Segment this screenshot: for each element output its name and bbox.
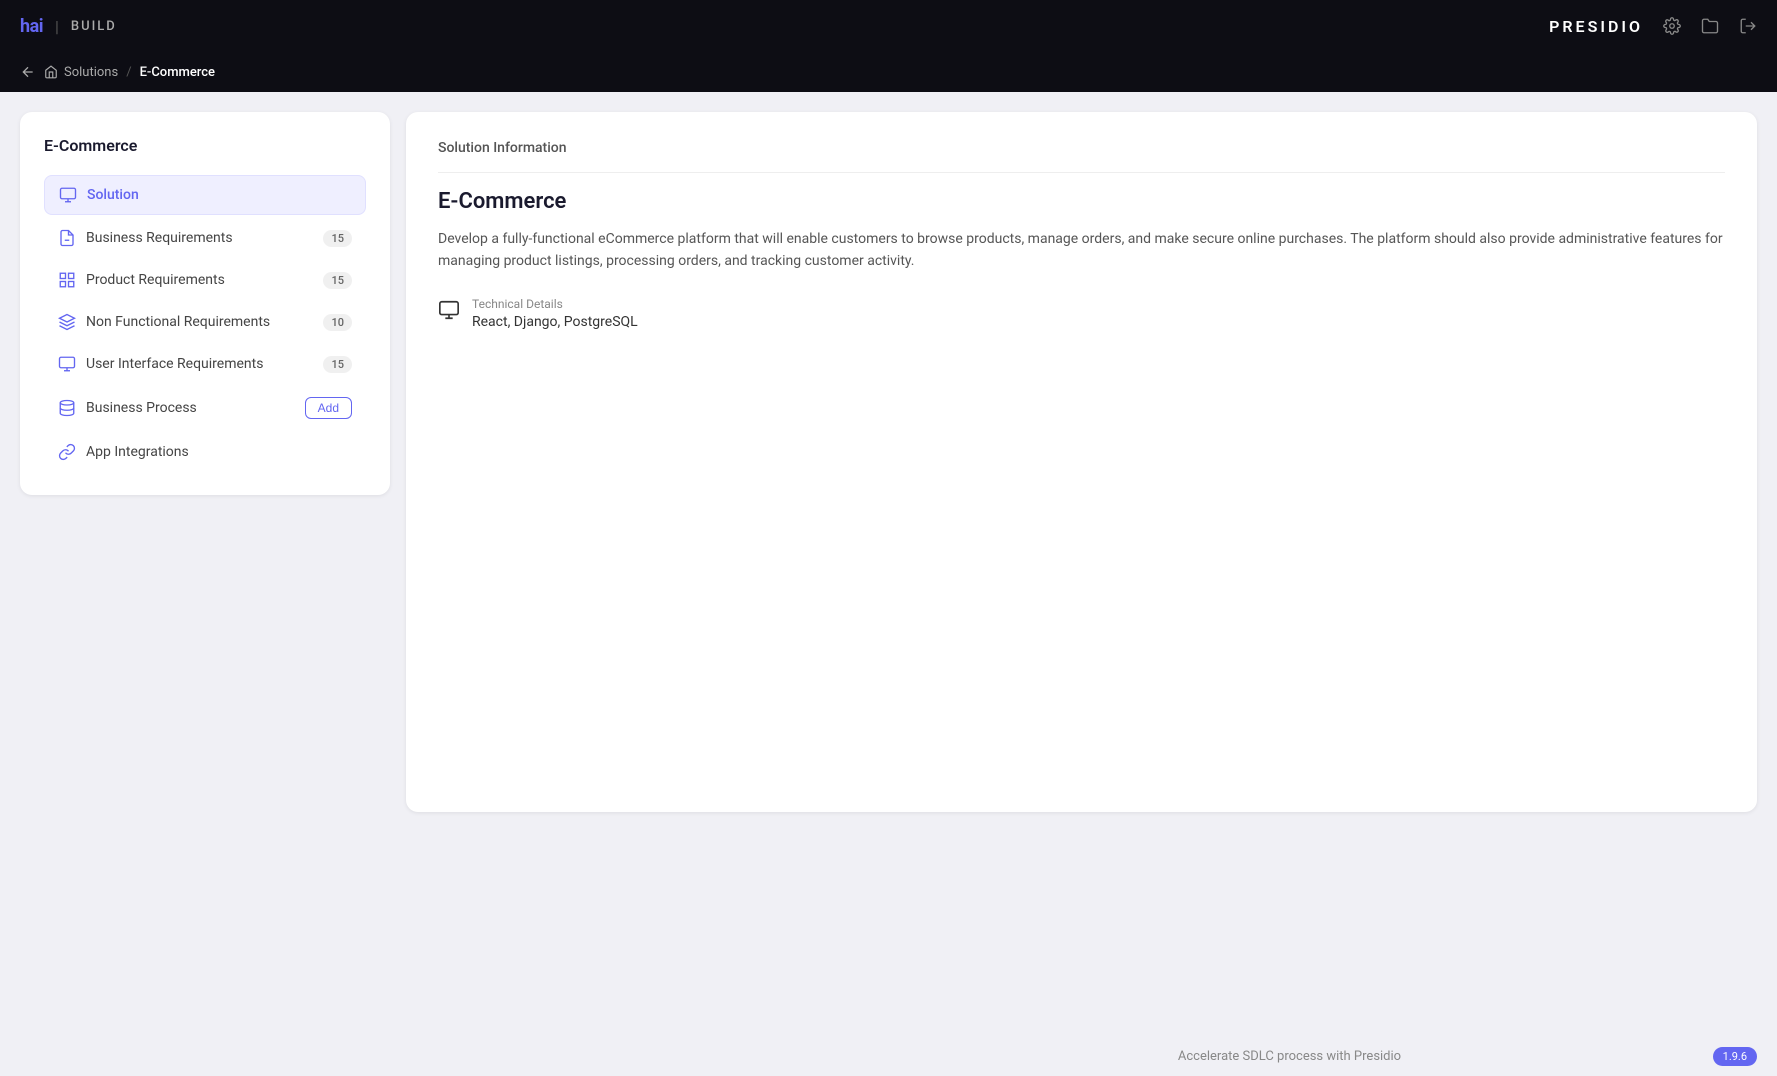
tech-details: Technical Details React, Django, Postgre…: [438, 297, 1725, 330]
right-panel: Solution Information E-Commerce Develop …: [406, 112, 1757, 812]
business-process-label: Business Process: [86, 400, 197, 416]
ui-requirements-label: User Interface Requirements: [86, 356, 263, 372]
logo-build: BUILD: [71, 19, 117, 34]
solution-icon: [59, 186, 77, 204]
sidebar-item-business-process[interactable]: Business Process Add: [44, 387, 366, 429]
folder-icon[interactable]: [1701, 17, 1719, 35]
sidebar-item-app-integrations[interactable]: App Integrations: [44, 433, 366, 471]
tech-details-icon: [438, 299, 460, 321]
breadcrumb-home[interactable]: Solutions: [44, 65, 118, 80]
app-integrations-label: App Integrations: [86, 444, 189, 460]
sidebar-item-solution[interactable]: Solution: [44, 175, 366, 215]
non-functional-label: Non Functional Requirements: [86, 314, 270, 330]
product-requirements-badge: 15: [323, 272, 352, 289]
home-icon: [44, 65, 58, 79]
logout-icon[interactable]: [1739, 17, 1757, 35]
sidebar-item-ui-requirements[interactable]: User Interface Requirements 15: [44, 345, 366, 383]
tech-details-value: React, Django, PostgreSQL: [472, 314, 638, 330]
nav-left: hai | BUILD: [20, 16, 117, 37]
non-functional-badge: 10: [323, 314, 352, 331]
nav-items: Solution Business Requirements 15: [44, 175, 366, 471]
solution-info-title: Solution Information: [438, 140, 1725, 173]
footer: Accelerate SDLC process with Presidio 1.…: [0, 1036, 1777, 1076]
sidebar-item-product-requirements[interactable]: Product Requirements 15: [44, 261, 366, 299]
solution-name: E-Commerce: [438, 189, 1725, 214]
footer-text: Accelerate SDLC process with Presidio: [866, 1049, 1712, 1064]
solution-label: Solution: [87, 187, 139, 203]
breadcrumb-current: E-Commerce: [140, 65, 215, 80]
business-requirements-label: Business Requirements: [86, 230, 233, 246]
tech-details-label: Technical Details: [472, 297, 638, 311]
sidebar-item-non-functional[interactable]: Non Functional Requirements 10: [44, 303, 366, 341]
ui-requirements-badge: 15: [323, 356, 352, 373]
business-process-icon: [58, 399, 76, 417]
sidebar-item-business-requirements[interactable]: Business Requirements 15: [44, 219, 366, 257]
business-requirements-icon: [58, 229, 76, 247]
nav-right: PRESIDIO: [1549, 17, 1757, 36]
main-content: E-Commerce Solution: [0, 92, 1777, 1036]
logo: hai | BUILD: [20, 16, 117, 37]
logo-hai: hai: [20, 16, 43, 37]
version-badge: 1.9.6: [1713, 1047, 1757, 1066]
product-requirements-icon: [58, 271, 76, 289]
presidio-logo: PRESIDIO: [1549, 17, 1643, 36]
logo-divider: |: [55, 17, 59, 36]
back-button[interactable]: [20, 64, 36, 80]
solution-description: Develop a fully-functional eCommerce pla…: [438, 228, 1725, 273]
app-integrations-icon: [58, 443, 76, 461]
business-process-add-button[interactable]: Add: [305, 397, 352, 419]
breadcrumb-bar: Solutions / E-Commerce: [0, 52, 1777, 92]
top-navigation: hai | BUILD PRESIDIO: [0, 0, 1777, 52]
panel-title: E-Commerce: [44, 136, 366, 155]
ui-requirements-icon: [58, 355, 76, 373]
product-requirements-label: Product Requirements: [86, 272, 225, 288]
non-functional-icon: [58, 313, 76, 331]
breadcrumb-separator: /: [126, 65, 131, 80]
business-requirements-badge: 15: [323, 230, 352, 247]
left-panel: E-Commerce Solution: [20, 112, 390, 495]
settings-icon[interactable]: [1663, 17, 1681, 35]
